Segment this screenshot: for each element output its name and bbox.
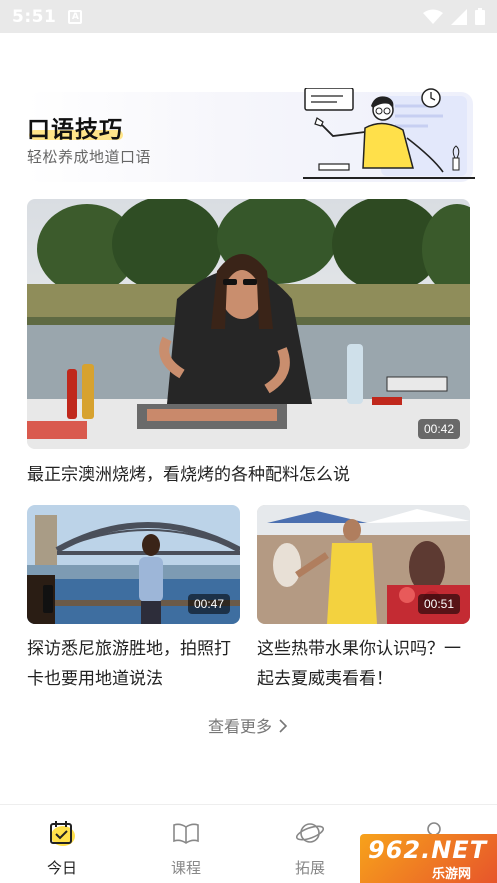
video-card[interactable]: 00:47	[27, 505, 240, 624]
see-more-label: 查看更多	[207, 717, 272, 736]
watermark-site-name: 乐游网	[432, 867, 472, 882]
tab-today[interactable]: 今日	[22, 819, 102, 878]
status-time: 5:51	[12, 6, 57, 27]
battery-icon	[475, 8, 485, 25]
banner-title: 口语技巧	[27, 117, 123, 143]
status-indicators	[423, 8, 485, 25]
tab-label: 今日	[46, 859, 77, 877]
planet-icon	[295, 823, 325, 843]
video-card[interactable]: 00:51	[257, 505, 470, 624]
banner-subtitle: 轻松养成地道口语	[27, 148, 152, 166]
watermark-logo-text: 962.NET	[368, 836, 488, 864]
wifi-icon	[423, 9, 443, 24]
video-duration: 00:51	[417, 594, 460, 614]
open-book-icon	[173, 823, 199, 844]
calendar-check-icon	[50, 821, 75, 846]
featured-video-card[interactable]: 00:42	[27, 199, 470, 449]
notification-icon: A	[68, 9, 83, 24]
teacher-illustration	[303, 88, 475, 179]
tab-courses[interactable]: 课程	[146, 819, 226, 878]
bbq-video-thumbnail	[27, 199, 470, 449]
status-bar: 5:51 A	[0, 0, 497, 33]
tab-label: 课程	[170, 859, 201, 877]
see-more-link[interactable]: 查看更多	[0, 713, 497, 737]
featured-video-title[interactable]: 最正宗澳洲烧烤，看烧烤的各种配料怎么说	[27, 460, 350, 485]
video-title[interactable]: 这些热带水果你认识吗？一起去夏威夷看看！	[257, 634, 472, 694]
video-duration: 00:47	[187, 594, 230, 614]
chevron-right-icon	[279, 719, 288, 733]
tab-explore[interactable]: 拓展	[270, 819, 350, 878]
signal-icon	[451, 8, 467, 25]
site-watermark: 962.NET 乐游网	[360, 834, 497, 883]
tab-label: 拓展	[294, 859, 325, 877]
video-title[interactable]: 探访悉尼旅游胜地，拍照打卡也要用地道说法	[27, 634, 242, 694]
speaking-tips-banner[interactable]: 口语技巧 轻松养成地道口语	[27, 88, 475, 186]
video-duration: 00:42	[417, 419, 460, 439]
